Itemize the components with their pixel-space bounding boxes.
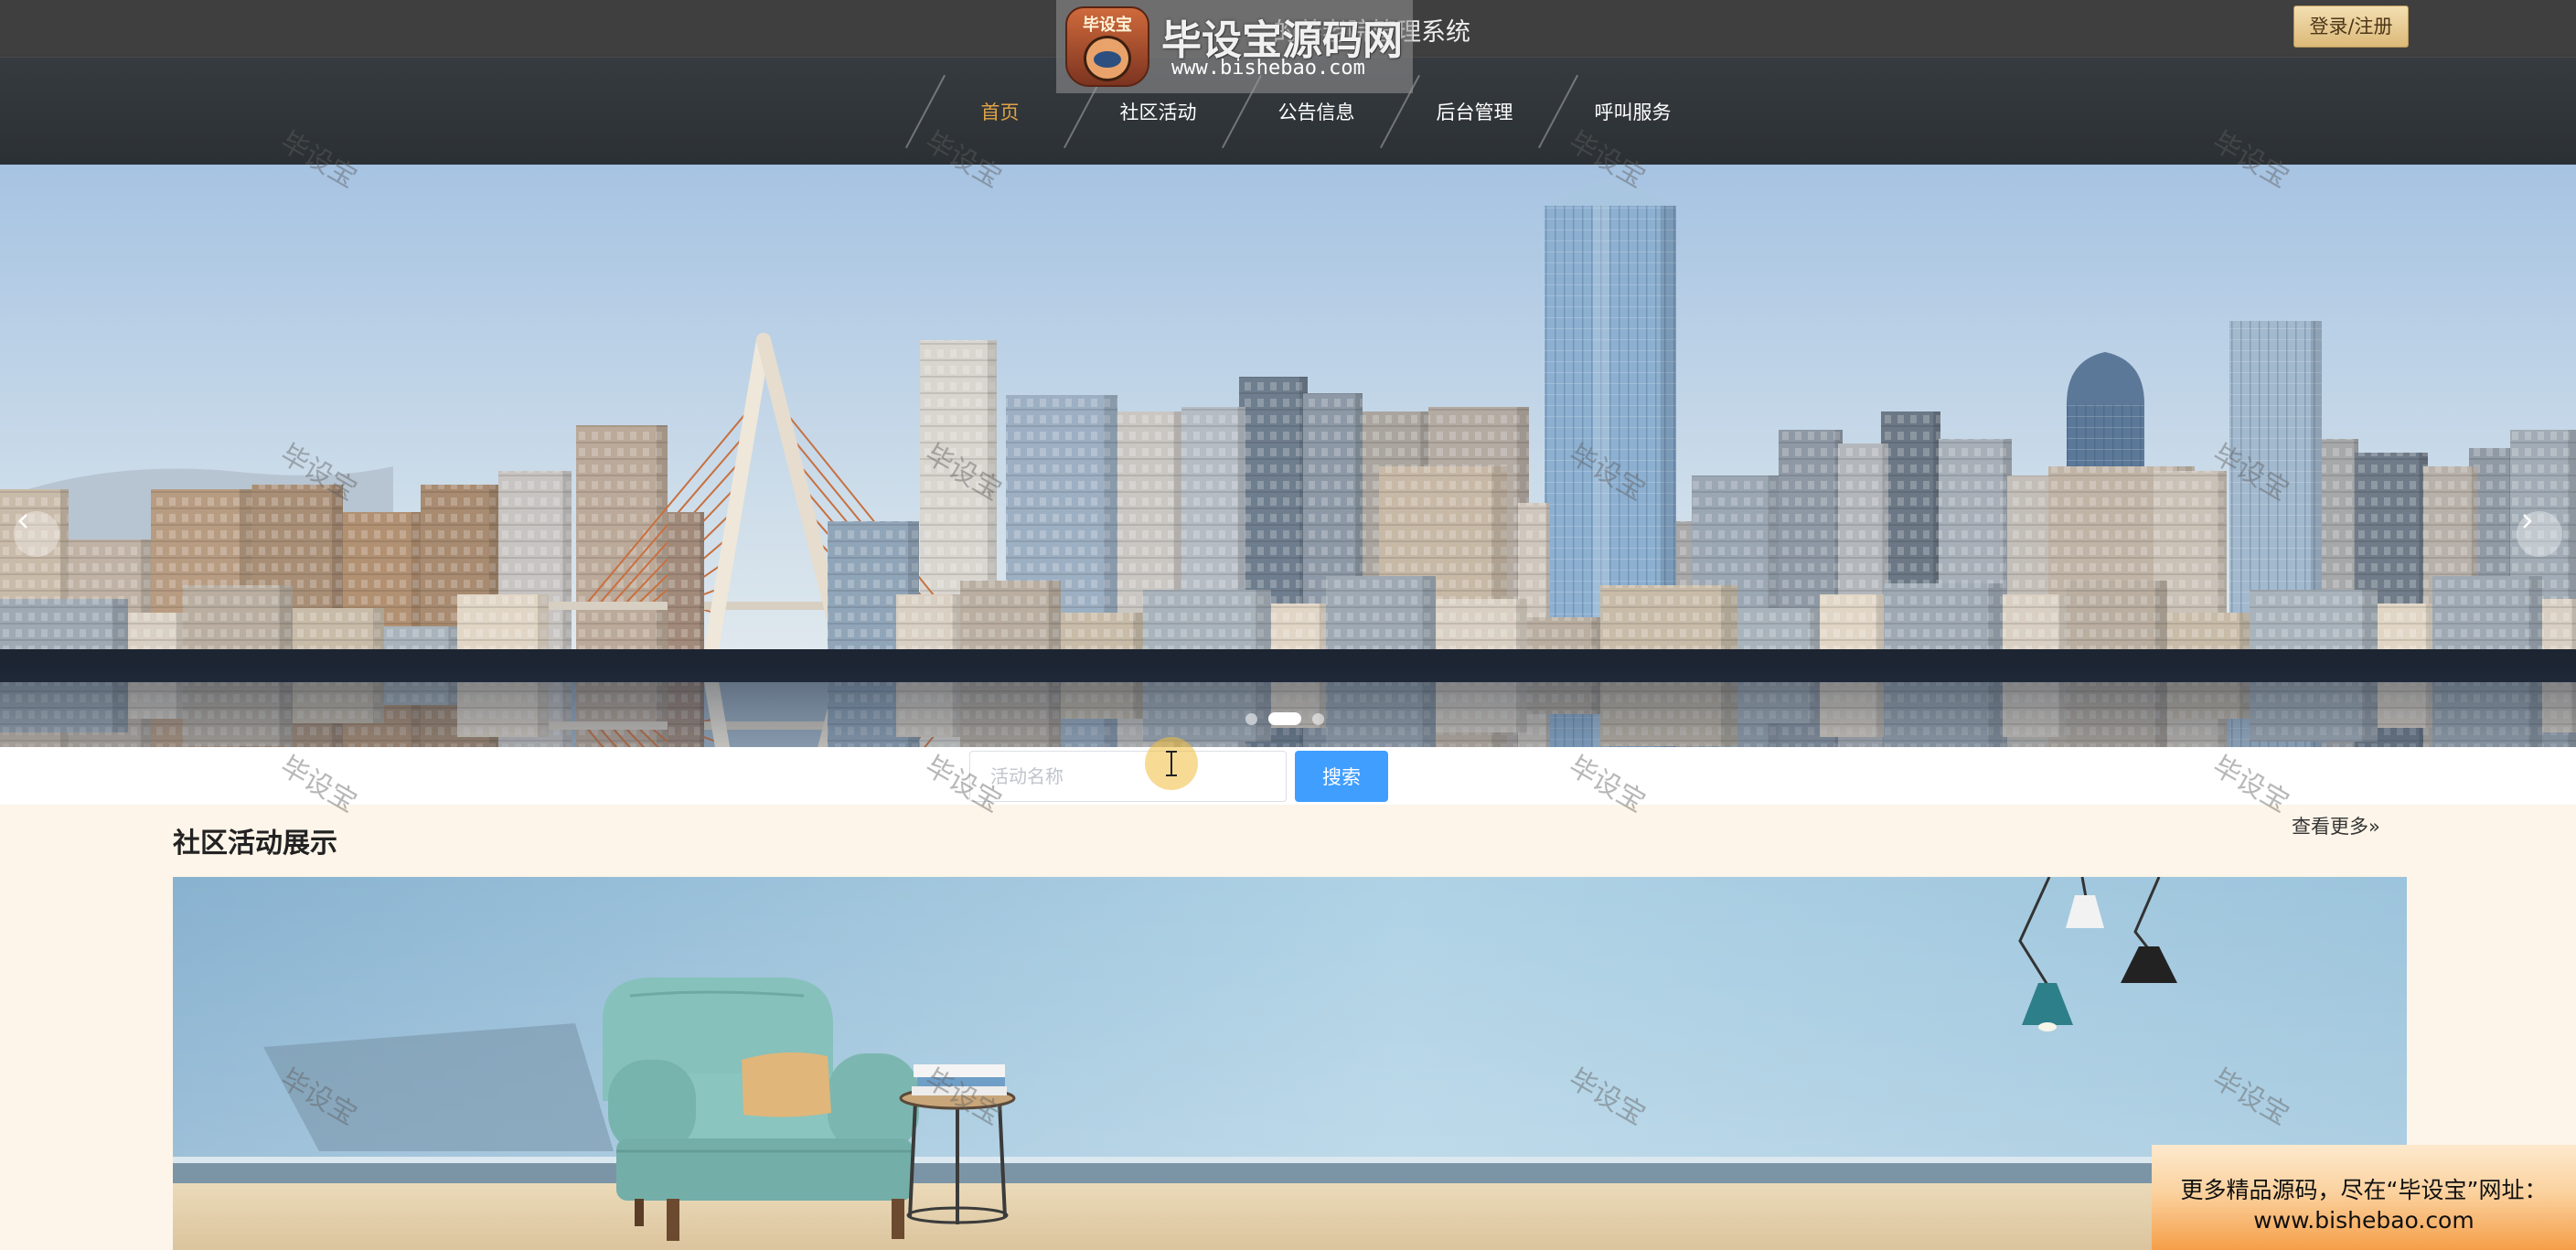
carousel-prev-button[interactable]: [14, 511, 59, 557]
nav-item-admin[interactable]: 后台管理: [1379, 58, 1554, 165]
carousel-dot[interactable]: [1245, 712, 1257, 725]
nav-item-label: 公告信息: [1277, 101, 1355, 123]
view-more-link[interactable]: 查看更多»: [2292, 812, 2380, 839]
search-bar-area: [0, 747, 2576, 805]
nav-item-label: 首页: [980, 101, 1020, 123]
section-title: 社区活动展示: [173, 828, 337, 860]
floor: [173, 1183, 2407, 1250]
chevron-left-icon: [18, 514, 27, 529]
promo-url: www.bishebao.com: [2253, 1207, 2474, 1234]
logo-badge-icon: 毕设宝: [1065, 6, 1149, 87]
nav-item-label: 后台管理: [1436, 101, 1513, 123]
carousel-next-button[interactable]: [2517, 511, 2562, 557]
promo-banner[interactable]: 更多精品源码，尽在“毕设宝”网址： www.bishebao.com: [2152, 1145, 2576, 1250]
baseboard: [173, 1163, 2407, 1183]
riverbank: [0, 649, 2576, 666]
logo-watermark: 毕设宝 毕设宝源码网 www.bishebao.com: [1056, 0, 1413, 93]
chevron-right-icon: [2523, 514, 2532, 529]
carousel-dot[interactable]: [1268, 712, 1301, 725]
search-button[interactable]: 搜索: [1295, 751, 1388, 802]
nav-divider: [904, 74, 946, 149]
logo-face: [1084, 36, 1131, 81]
activity-image: [173, 877, 2407, 1250]
nav-item-label: 社区活动: [1119, 101, 1197, 123]
logo-badge-text: 毕设宝: [1083, 16, 1132, 35]
banner-image: [0, 165, 2576, 747]
banner-carousel: [0, 165, 2576, 747]
river-water: [0, 666, 2576, 747]
nav-item-label: 呼叫服务: [1594, 101, 1672, 123]
building: [668, 512, 704, 666]
text-cursor-icon: [1166, 751, 1177, 776]
login-register-button[interactable]: 登录/注册: [2293, 5, 2409, 48]
activity-name-search-input[interactable]: [969, 751, 1287, 802]
wall-trim: [173, 1157, 2407, 1163]
carousel-dot[interactable]: [1312, 712, 1324, 725]
promo-text: 更多精品源码，尽在“毕设宝”网址：: [2180, 1177, 2548, 1203]
nav-item-call-service[interactable]: 呼叫服务: [1537, 58, 1712, 165]
carousel-indicators: [1245, 712, 1324, 725]
building: [576, 425, 668, 666]
book-stack: [912, 1064, 1007, 1095]
logo-url: www.bishebao.com: [1171, 57, 1365, 80]
cushion: [742, 1052, 831, 1117]
activity-card-image[interactable]: [173, 877, 2407, 1250]
